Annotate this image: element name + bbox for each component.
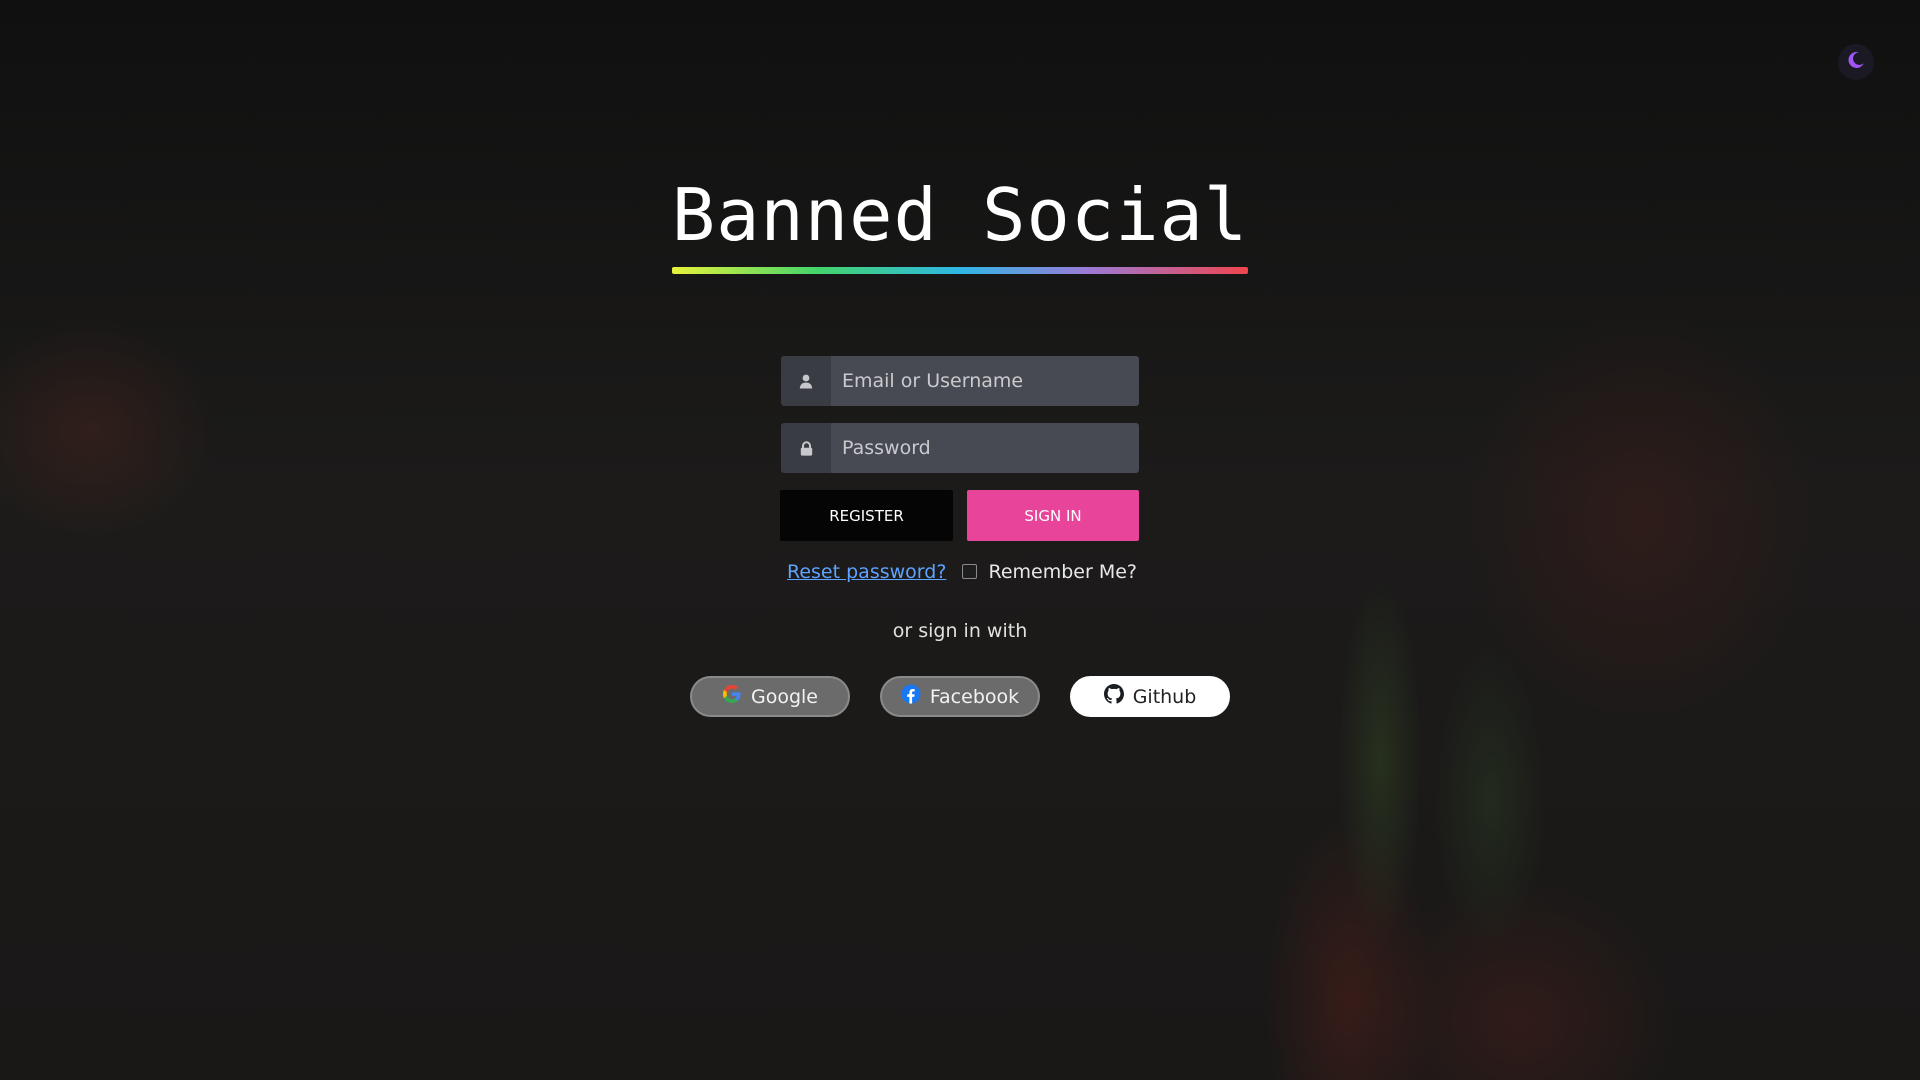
user-icon <box>781 356 831 406</box>
username-input[interactable] <box>831 356 1139 406</box>
google-label: Google <box>750 685 818 708</box>
google-icon <box>722 684 751 709</box>
theme-toggle-button[interactable] <box>1838 44 1874 80</box>
username-field-group <box>781 356 1139 406</box>
remember-me[interactable]: Remember Me? <box>962 561 1137 583</box>
google-login-button[interactable]: Google <box>690 676 850 717</box>
remember-me-label: Remember Me? <box>988 561 1137 583</box>
github-login-button[interactable]: Github <box>1070 676 1230 717</box>
password-input[interactable] <box>831 423 1139 473</box>
header: Banned Social <box>0 170 1920 274</box>
login-form: REGISTER SIGN IN Reset password? Remembe… <box>780 356 1139 583</box>
remember-me-checkbox[interactable] <box>962 563 978 579</box>
facebook-icon <box>901 684 930 709</box>
reset-password-link[interactable]: Reset password? <box>787 561 946 583</box>
action-buttons: REGISTER SIGN IN <box>780 490 1139 541</box>
github-label: Github <box>1132 685 1197 708</box>
lock-icon <box>781 423 831 473</box>
sign-in-button[interactable]: SIGN IN <box>967 490 1139 541</box>
rainbow-underline <box>671 267 1249 274</box>
github-icon <box>1103 684 1133 709</box>
password-field-group <box>781 423 1139 473</box>
facebook-label: Facebook <box>929 685 1020 708</box>
form-extras: Reset password? Remember Me? <box>781 561 1139 583</box>
moon-icon <box>1846 50 1866 75</box>
social-login-buttons: Google Facebook Github <box>690 676 1230 717</box>
social-prompt: or sign in with <box>892 620 1028 642</box>
app-title: Banned Social <box>671 170 1249 274</box>
app-title-text: Banned Social <box>671 173 1249 257</box>
facebook-login-button[interactable]: Facebook <box>880 676 1040 717</box>
register-button[interactable]: REGISTER <box>780 490 953 541</box>
